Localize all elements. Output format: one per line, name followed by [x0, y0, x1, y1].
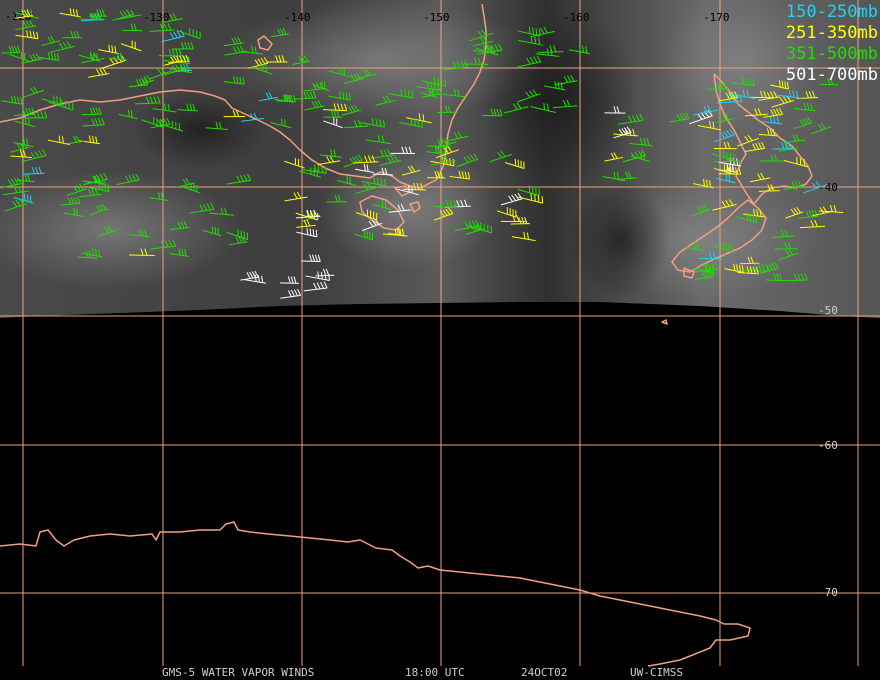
footer-time: 18:00 UTC — [405, 666, 465, 679]
wind-barb-tick — [728, 174, 731, 182]
lat-label: -60 — [818, 439, 838, 452]
wind-barb — [129, 254, 155, 257]
footer-caption: GMS-5 WATER VAPOR WINDS 18:00 UTC 24OCT0… — [0, 664, 880, 680]
lon-label: -150 — [423, 11, 450, 24]
wind-barb-tick — [437, 77, 440, 85]
lon-label: -140 — [284, 11, 311, 24]
wind-barb-tick — [340, 67, 342, 75]
wind-barb — [739, 262, 760, 265]
wind-barb-tick — [541, 196, 544, 204]
legend-entry-351-500: 351-500mb — [785, 44, 878, 64]
footer-date: 24OCT02 — [521, 666, 568, 679]
wind-barb-tick — [725, 173, 728, 181]
wind-barb — [315, 274, 335, 277]
legend-entry-501-700: 501-700mb — [785, 65, 878, 85]
lat-label: -70 — [818, 586, 838, 599]
satellite-map: -120 -130 -140 -150 -160 -170 -40 -50 -6… — [0, 0, 880, 667]
wind-barb — [537, 51, 564, 53]
legend-entry-251-350: 251-350mb — [785, 23, 878, 43]
wind-barb-tick — [128, 109, 130, 117]
wind-barb-tick — [530, 193, 533, 201]
pressure-legend: 150-250mb 251-350mb 351-500mb 501-700mb — [786, 2, 878, 86]
wind-barb-tick — [343, 68, 345, 76]
wind-barb-tick — [537, 195, 540, 203]
legend-entry-150-250: 150-250mb — [785, 2, 878, 22]
wind-barb — [699, 257, 723, 260]
wind-barb-tick — [534, 194, 536, 202]
wind-barb-tick — [433, 76, 436, 84]
wind-barb-tick — [130, 110, 133, 118]
antarctica-coastline — [0, 521, 751, 667]
footer-satellite: GMS-5 WATER VAPOR WINDS — [162, 666, 315, 679]
wind-barb-tick — [535, 28, 538, 36]
lon-label: -170 — [703, 11, 730, 24]
wind-barb-tick — [284, 119, 286, 127]
wind-barb-tick — [532, 27, 534, 35]
wind-barb-tick — [441, 78, 443, 86]
wind-barb-tick — [528, 26, 531, 34]
wind-barb-tick — [547, 103, 549, 111]
wind-barb — [87, 181, 106, 184]
wind-barb-tick — [444, 79, 447, 87]
wind-barb-tick — [281, 118, 283, 126]
footer-source: UW-CIMSS — [630, 666, 683, 679]
lat-label: -40 — [818, 181, 838, 194]
lat-label: -50 — [818, 304, 838, 317]
wind-barb-tick — [543, 102, 546, 110]
lon-label: -160 — [563, 11, 590, 24]
